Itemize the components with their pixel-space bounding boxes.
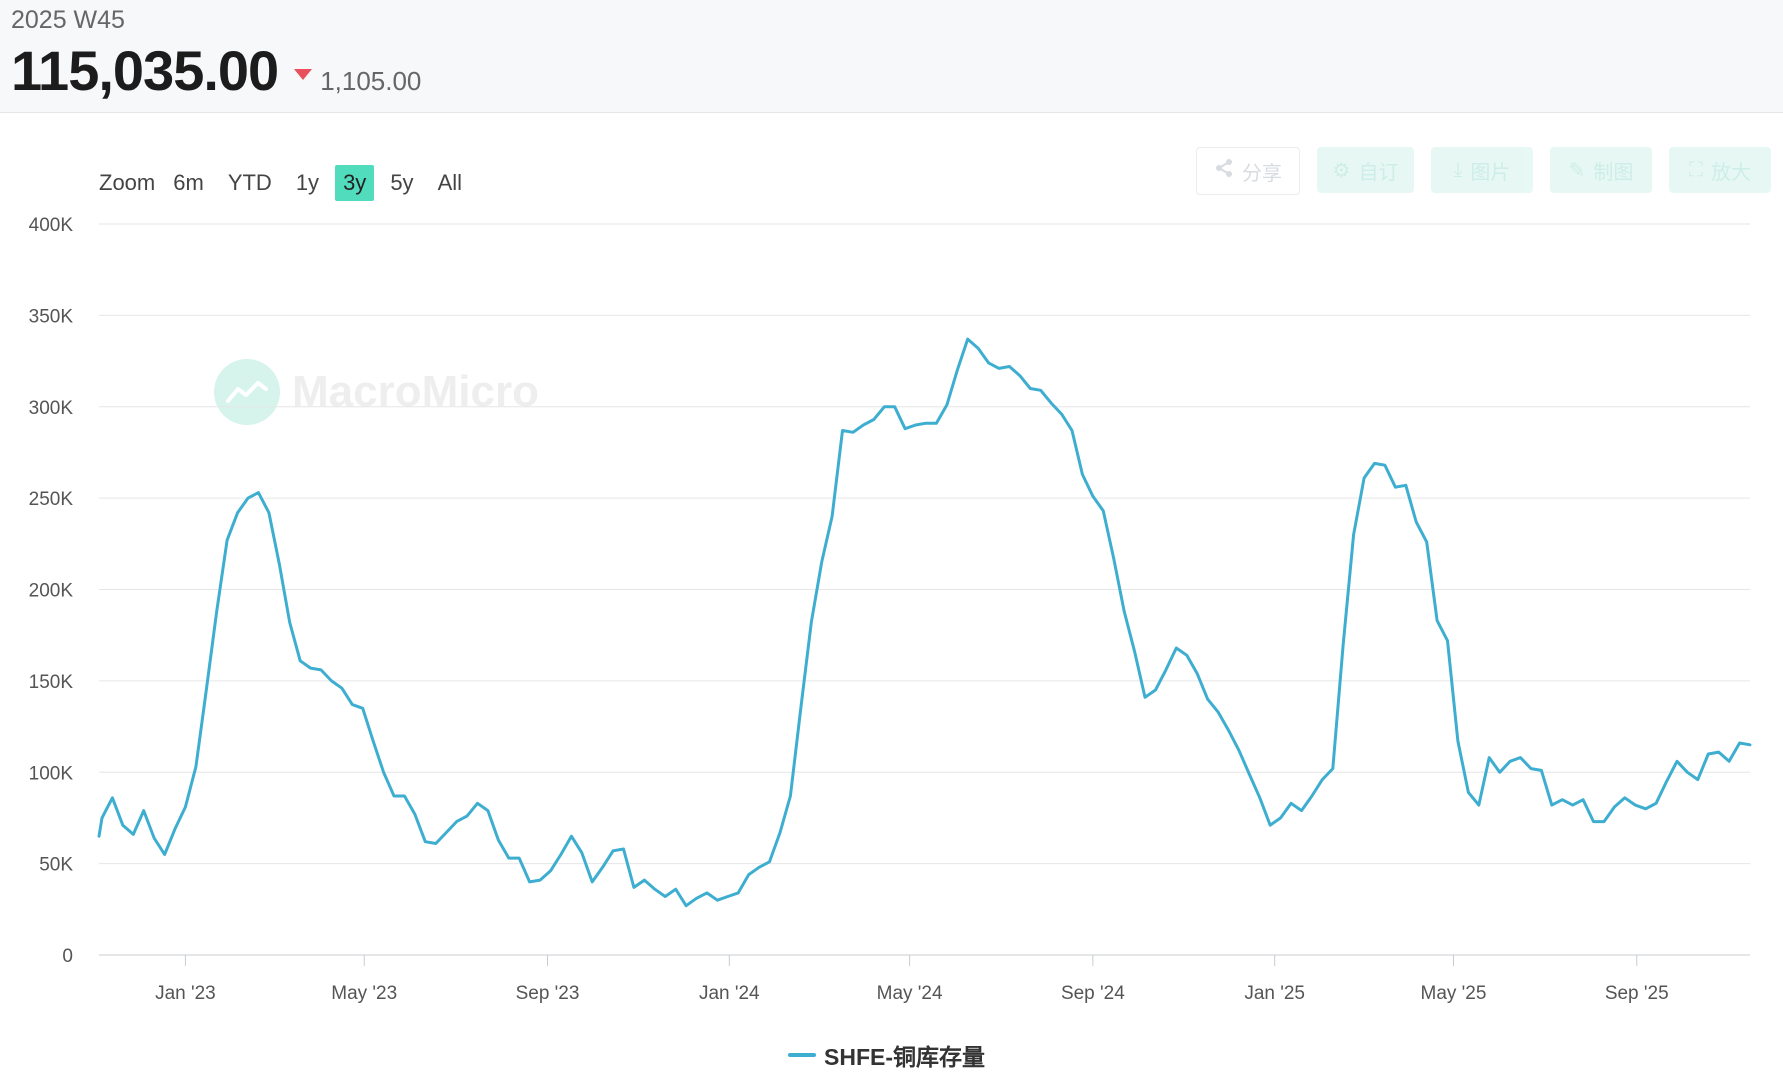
x-tick-label: May '23 — [331, 983, 397, 1004]
y-tick-label: 300K — [29, 398, 74, 419]
x-tick-label: Jan '24 — [699, 983, 760, 1004]
x-tick-label: May '25 — [1421, 983, 1487, 1004]
legend[interactable]: SHFE-铜库存量 — [788, 1038, 985, 1072]
y-axis-ticks: 0 50K 100K 150K 200K 250K 300K 350K 400K — [29, 215, 74, 967]
x-axis: Jan '23 May '23 Sep '23 Jan '24 May '24 Sep '… — [155, 955, 1669, 1004]
y-tick-label: 250K — [29, 489, 74, 510]
x-tick-label: Sep '24 — [1061, 983, 1125, 1004]
y-tick-label: 50K — [39, 855, 73, 876]
x-tick-label: Sep '25 — [1605, 983, 1669, 1004]
series-layer — [97, 337, 1752, 908]
legend-series-name: SHFE-铜库存量 — [824, 1044, 985, 1070]
y-tick-label: 100K — [29, 763, 74, 784]
y-tick-label: 0 — [62, 946, 73, 967]
line-chart: 0 50K 100K 150K 200K 250K 300K 350K 400K Jan '23… — [29, 215, 1752, 1004]
grid-lines — [99, 223, 1750, 956]
y-tick-label: 150K — [29, 672, 74, 693]
y-tick-label: 200K — [29, 581, 74, 602]
series-line-shfe-copper-stock — [97, 337, 1752, 908]
x-tick-label: Sep '23 — [516, 983, 580, 1004]
x-tick-label: Jan '23 — [155, 983, 216, 1004]
y-tick-label: 400K — [29, 215, 74, 236]
y-tick-label: 350K — [29, 306, 74, 327]
legend-line-swatch — [788, 1053, 816, 1057]
x-tick-label: Jan '25 — [1244, 983, 1305, 1004]
x-tick-label: May '24 — [877, 983, 943, 1004]
